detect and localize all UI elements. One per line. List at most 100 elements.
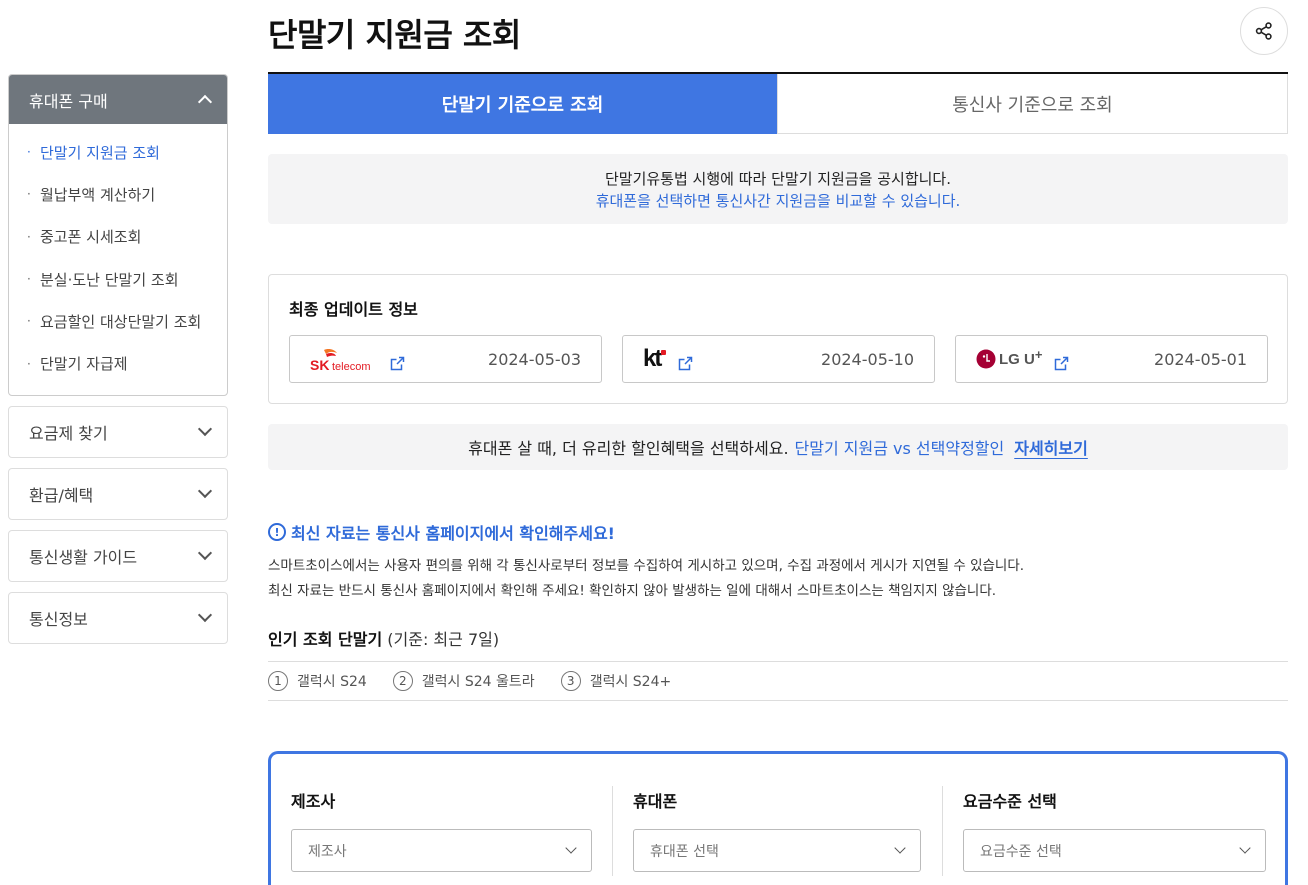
- column-divider: [612, 786, 613, 876]
- kt-logo: kt: [643, 345, 667, 372]
- manufacturer-label: 제조사: [291, 792, 336, 811]
- price-level-label: 요금수준 선택: [963, 792, 1057, 811]
- chevron-down-icon: [197, 484, 213, 499]
- external-link-icon: [1055, 356, 1069, 370]
- kt-update-date: 2024-05-10: [821, 349, 914, 369]
- submenu-item-label: 단말기 자급제: [40, 355, 128, 374]
- menu-head-label: 휴대폰 구매: [29, 91, 108, 111]
- bullet: ·: [27, 272, 31, 287]
- submenu-item-discount-eligible[interactable]: · 요금할인 대상단말기 조회: [9, 300, 227, 342]
- submenu-item-label: 요금할인 대상단말기 조회: [40, 312, 202, 331]
- popular-device-name: 갤럭시 S24 울트라: [421, 674, 535, 690]
- submenu-item-unlocked-phone[interactable]: · 단말기 자급제: [9, 342, 227, 384]
- column-divider: [942, 786, 943, 876]
- popular-device-item[interactable]: 1 갤럭시 S24: [268, 671, 367, 691]
- skt-logo: SK telecom: [310, 344, 378, 374]
- bullet: ·: [27, 356, 31, 371]
- popular-devices-title: 인기 조회 단말기 (기준: 최근 7일): [268, 626, 499, 650]
- menu-head-phone-purchase[interactable]: 휴대폰 구매: [9, 75, 227, 124]
- submenu-list: · 단말기 지원금 조회 · 월납부액 계산하기 · 중고폰 시세조회 · 분실·도난 …: [9, 124, 227, 395]
- notice-line-1: 단말기유통법 시행에 따라 단말기 지원금을 공시합니다.: [604, 170, 951, 188]
- external-link-icon: [390, 356, 405, 370]
- submenu-item-label: 단말기 지원금 조회: [40, 143, 160, 162]
- submenu-item-lost-stolen[interactable]: · 분실·도난 단말기 조회: [9, 258, 227, 300]
- popular-devices-list: 1 갤럭시 S24 2 갤럭시 S24 울트라 3 갤럭시 S24+: [268, 661, 1288, 701]
- tab-by-device[interactable]: 단말기 기준으로 조회: [268, 74, 777, 134]
- menu-group-plan-search: 요금제 찾기: [8, 405, 228, 458]
- carrier-skt-link[interactable]: SK telecom 2024-05-03: [289, 335, 602, 383]
- rank-badge: 1: [268, 671, 288, 691]
- phone-select[interactable]: 휴대폰 선택: [633, 829, 921, 872]
- promo-text: 휴대폰 살 때, 더 유리한 할인혜택을 선택하세요.: [468, 439, 789, 458]
- promo-highlight: 단말기 지원금 vs 선택약정할인: [794, 439, 1005, 458]
- bullet: ·: [27, 187, 31, 202]
- warning-text: 스마트초이스에서는 사용자 편의를 위해 각 통신사로부터 정보를 수집하여 게…: [268, 554, 1024, 604]
- chevron-down-icon: [197, 546, 213, 561]
- popular-device-name: 갤럭시 S24: [297, 674, 367, 690]
- chevron-up-icon: [197, 94, 213, 110]
- lg-circle-icon: [976, 349, 996, 369]
- external-link-icon: [679, 356, 693, 370]
- promo-detail-link[interactable]: 자세히보기: [1014, 435, 1088, 459]
- submenu-item-monthly-calc[interactable]: · 월납부액 계산하기: [9, 173, 227, 215]
- lgu-logo: LG U +: [976, 347, 1042, 372]
- submenu-item-used-phone-price[interactable]: · 중고폰 시세조회: [9, 216, 227, 258]
- rank-badge: 2: [392, 671, 413, 691]
- info-notice: 단말기유통법 시행에 따라 단말기 지원금을 공시합니다. 휴대폰을 선택하면 …: [268, 154, 1288, 224]
- menu-group-telecom-info: 통신정보: [8, 591, 228, 644]
- sidebar-nav: 휴대폰 구매 · 단말기 지원금 조회 · 월납부액 계산하기 · 중고폰 시세조회 …: [8, 74, 228, 654]
- carrier-kt-link[interactable]: kt 2024-05-10: [622, 335, 935, 383]
- warning-title-text: 최신 자료는 통신사 홈페이지에서 확인해주세요!: [291, 524, 615, 543]
- menu-head-telecom-info[interactable]: 통신정보: [9, 593, 227, 643]
- chevron-down-icon: [197, 608, 213, 623]
- tab-by-carrier[interactable]: 통신사 기준으로 조회: [777, 74, 1288, 134]
- skt-logo-sub: telecom: [332, 361, 371, 373]
- skt-logo-mark: SK telecom: [310, 349, 371, 373]
- bullet: ·: [27, 229, 31, 244]
- popular-device-item[interactable]: 3 갤럭시 S24+: [560, 671, 671, 691]
- menu-head-label: 통신정보: [29, 609, 88, 629]
- skt-update-date: 2024-05-03: [488, 349, 581, 369]
- popular-title-note: (기준: 최근 7일): [382, 630, 500, 649]
- manufacturer-select-value: 제조사: [308, 843, 347, 860]
- popular-device-item[interactable]: 2 갤럭시 S24 울트라: [392, 671, 535, 691]
- price-level-select[interactable]: 요금수준 선택: [963, 829, 1266, 872]
- share-button[interactable]: [1240, 7, 1288, 55]
- menu-head-label: 요금제 찾기: [29, 423, 108, 443]
- warning-title: ! 최신 자료는 통신사 홈페이지에서 확인해주세요!: [268, 520, 615, 544]
- popular-title-text: 인기 조회 단말기: [268, 630, 383, 649]
- page-title: 단말기 지원금 조회: [268, 16, 521, 54]
- share-icon: [1255, 22, 1272, 40]
- menu-group-refund-benefit: 환급/혜택: [8, 467, 228, 520]
- manufacturer-select[interactable]: 제조사: [291, 829, 592, 872]
- info-icon: !: [268, 523, 286, 541]
- price-level-select-value: 요금수준 선택: [980, 843, 1062, 860]
- menu-head-label: 통신생활 가이드: [29, 547, 138, 567]
- device-filter-panel: 제조사 제조사 휴대폰 휴대폰 선택 요금수준 선택 요금수준 선택: [268, 751, 1288, 885]
- kt-logo-text: kt: [643, 345, 662, 372]
- menu-head-refund-benefit[interactable]: 환급/혜택: [9, 469, 227, 519]
- chevron-down-icon: [1239, 842, 1251, 854]
- carrier-lgu-link[interactable]: LG U + 2024-05-01: [955, 335, 1268, 383]
- lgu-logo-text: LG U: [999, 350, 1035, 368]
- menu-head-plan-search[interactable]: 요금제 찾기: [9, 407, 227, 457]
- rank-badge: 3: [560, 671, 581, 691]
- submenu-item-subsidy-lookup[interactable]: · 단말기 지원금 조회: [9, 131, 227, 173]
- lgu-update-date: 2024-05-01: [1154, 349, 1247, 369]
- submenu-item-label: 월납부액 계산하기: [40, 185, 156, 204]
- warning-line-2: 최신 자료는 반드시 통신사 홈페이지에서 확인해 주세요! 확인하지 않아 발…: [268, 583, 997, 599]
- lookup-tabs: 단말기 기준으로 조회 통신사 기준으로 조회: [268, 72, 1288, 134]
- promo-banner: 휴대폰 살 때, 더 유리한 할인혜택을 선택하세요. 단말기 지원금 vs 선…: [268, 424, 1288, 470]
- phone-label: 휴대폰: [633, 792, 678, 811]
- phone-select-value: 휴대폰 선택: [650, 843, 719, 860]
- update-title: 최종 업데이트 정보: [289, 300, 418, 319]
- kt-logo-dot: [661, 349, 667, 355]
- menu-group-phone-purchase: 휴대폰 구매 · 단말기 지원금 조회 · 월납부액 계산하기 · 중고폰 시세조회 …: [8, 74, 228, 396]
- chevron-down-icon: [565, 842, 577, 854]
- update-info-panel: 최종 업데이트 정보 SK telecom 2024-05-03 kt 2024…: [268, 274, 1288, 404]
- skt-logo-text: SK: [310, 357, 329, 373]
- lgu-logo-sup: +: [1034, 346, 1043, 362]
- menu-head-label: 환급/혜택: [29, 485, 94, 505]
- menu-head-telecom-guide[interactable]: 통신생활 가이드: [9, 531, 227, 581]
- submenu-item-label: 분실·도난 단말기 조회: [40, 270, 179, 289]
